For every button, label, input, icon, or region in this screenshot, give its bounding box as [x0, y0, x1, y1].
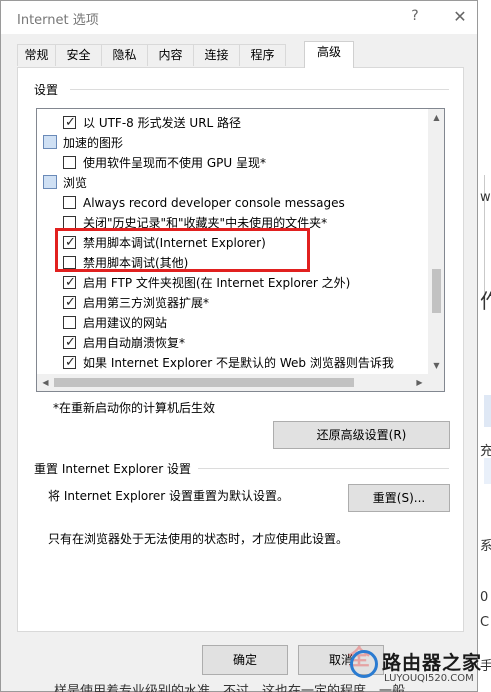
settings-group-divider [70, 89, 449, 90]
tab-connections[interactable]: 连接 [193, 44, 240, 66]
category-label: 浏览 [63, 176, 88, 190]
setting-checkbox-row[interactable]: Always record developer console messages [37, 193, 428, 213]
settings-list[interactable]: ✓ 以 UTF-8 形式发送 URL 路径加速的图形使用软件呈现而不使用 GPU … [36, 108, 445, 392]
watermark-main-text: 路由器之家 [382, 652, 483, 674]
setting-checkbox-row[interactable]: ✓ 启用 FTP 文件夹视图(在 Internet Explorer 之外) [37, 273, 428, 293]
setting-checkbox-row[interactable]: ✓ 启用自动崩溃恢复* [37, 333, 428, 353]
checkbox-checked[interactable]: ✓ [63, 235, 76, 250]
help-button[interactable]: ? [399, 1, 431, 33]
vertical-scrollbar[interactable]: ▲ ▼ [428, 109, 444, 374]
setting-checkbox-row[interactable]: ✓ 如果 Internet Explorer 不是默认的 Web 浏览器则告诉我 [37, 353, 428, 373]
advanced-tab-panel: 设置 ✓ 以 UTF-8 形式发送 URL 路径加速的图形使用软件呈现而不使用 G… [17, 67, 464, 632]
tab-security[interactable]: 安全 [55, 44, 102, 66]
tab-privacy[interactable]: 隐私 [101, 44, 148, 66]
background-highlight [484, 395, 491, 427]
check-icon: ✓ [65, 355, 76, 370]
checkbox-checked[interactable]: ✓ [63, 295, 76, 310]
horizontal-scrollbar[interactable]: ◀ ▶ [37, 374, 428, 391]
checkbox-checked[interactable]: ✓ [63, 335, 76, 350]
check-icon: ✓ [65, 335, 76, 350]
setting-label: 关闭"历史记录"和"收藏夹"中未使用的文件夹* [83, 216, 328, 230]
setting-checkbox-row[interactable]: 启用建议的网站 [37, 313, 428, 333]
reset-note: 只有在浏览器处于无法使用的状态时，才应使用此设置。 [48, 532, 349, 546]
category-label: 加速的图形 [63, 136, 124, 150]
checkbox-checked[interactable]: ✓ [63, 115, 76, 130]
background-text: 作 [480, 289, 491, 313]
watermark-logo-icon [350, 650, 378, 678]
setting-label: 禁用脚本调试(Internet Explorer) [83, 236, 266, 250]
checkbox-checked[interactable]: ✓ [63, 275, 76, 290]
check-icon: ✓ [65, 295, 76, 310]
setting-label: Always record developer console messages [83, 196, 345, 210]
setting-checkbox-row[interactable]: ✓ 启用第三方浏览器扩展* [37, 293, 428, 313]
checkbox-unchecked[interactable] [63, 316, 76, 329]
setting-label: 启用第三方浏览器扩展* [83, 296, 210, 310]
scroll-left-icon[interactable]: ◀ [37, 374, 54, 391]
tab-general[interactable]: 常规 [17, 44, 56, 66]
setting-label: 使用软件呈现而不使用 GPU 呈现* [83, 156, 266, 170]
category-folder-icon [43, 175, 57, 189]
reset-button[interactable]: 重置(S)... [348, 484, 450, 512]
title-bar: Internet 选项 ? ✕ [1, 1, 477, 34]
restart-note: *在重新启动你的计算机后生效 [53, 401, 216, 415]
background-text: 系 [480, 539, 491, 554]
tab-programs[interactable]: 程序 [239, 44, 286, 66]
reset-group-label: 重置 Internet Explorer 设置 [34, 462, 192, 476]
tab-content[interactable]: 内容 [147, 44, 194, 66]
checkbox-unchecked[interactable] [63, 196, 76, 209]
background-bottom-text: 样是使用着专业级别的水准，不过，这也在一定的程度，一般 [54, 684, 406, 692]
reset-description: 将 Internet Explorer 设置重置为默认设置。 [48, 489, 290, 503]
setting-label: 启用自动崩溃恢复* [83, 336, 186, 350]
setting-label: 启用 FTP 文件夹视图(在 Internet Explorer 之外) [83, 276, 351, 290]
internet-options-dialog: Internet 选项 ? ✕ 常规 安全 隐私 内容 连接 程序 高级 设置 … [0, 0, 478, 692]
background-text: ws [480, 190, 491, 205]
checkbox-unchecked[interactable] [63, 256, 76, 269]
setting-checkbox-row[interactable]: 使用软件呈现而不使用 GPU 呈现* [37, 153, 428, 173]
restore-advanced-settings-button[interactable]: 还原高级设置(R) [273, 421, 450, 449]
close-button[interactable]: ✕ [443, 1, 477, 33]
check-icon: ✓ [65, 115, 76, 130]
background-page-strip: ws 作 充 系 0 C 手 [478, 0, 491, 692]
background-highlight [484, 458, 491, 484]
setting-label: 如果 Internet Explorer 不是默认的 Web 浏览器则告诉我 [83, 356, 394, 370]
scroll-right-icon[interactable]: ▶ [411, 374, 428, 391]
reset-group-divider [198, 468, 449, 469]
setting-checkbox-row[interactable]: 禁用脚本调试(其他) [37, 253, 428, 273]
setting-checkbox-row[interactable]: ✓ 禁用脚本调试(Internet Explorer) [37, 233, 428, 253]
setting-label: 以 UTF-8 形式发送 URL 路径 [83, 116, 242, 130]
checkbox-unchecked[interactable] [63, 156, 76, 169]
check-icon: ✓ [65, 275, 76, 290]
background-text: 充 [480, 444, 491, 459]
window-title: Internet 选项 [17, 13, 99, 28]
setting-label: 禁用脚本调试(其他) [83, 256, 189, 270]
category-folder-icon [43, 135, 57, 149]
setting-checkbox-row[interactable]: ✓ 以 UTF-8 形式发送 URL 路径 [37, 113, 428, 133]
checkbox-unchecked[interactable] [63, 216, 76, 229]
setting-checkbox-row[interactable]: 关闭"历史记录"和"收藏夹"中未使用的文件夹* [37, 213, 428, 233]
settings-group-label: 设置 [34, 83, 59, 97]
checkbox-checked[interactable]: ✓ [63, 355, 76, 370]
setting-label: 启用建议的网站 [83, 316, 168, 330]
background-text: C [480, 615, 490, 630]
background-text: 0 [480, 590, 489, 605]
check-icon: ✓ [65, 235, 76, 250]
settings-category[interactable]: 加速的图形 [37, 133, 428, 153]
vertical-scroll-thumb[interactable] [432, 269, 441, 313]
ok-button[interactable]: 确定 [202, 645, 288, 675]
settings-category[interactable]: 浏览 [37, 173, 428, 193]
horizontal-scroll-thumb[interactable] [54, 378, 354, 387]
scroll-down-icon[interactable]: ▼ [428, 357, 444, 374]
scroll-up-icon[interactable]: ▲ [428, 109, 444, 126]
tab-advanced[interactable]: 高级 [304, 41, 354, 68]
scrollbar-corner [428, 374, 444, 391]
